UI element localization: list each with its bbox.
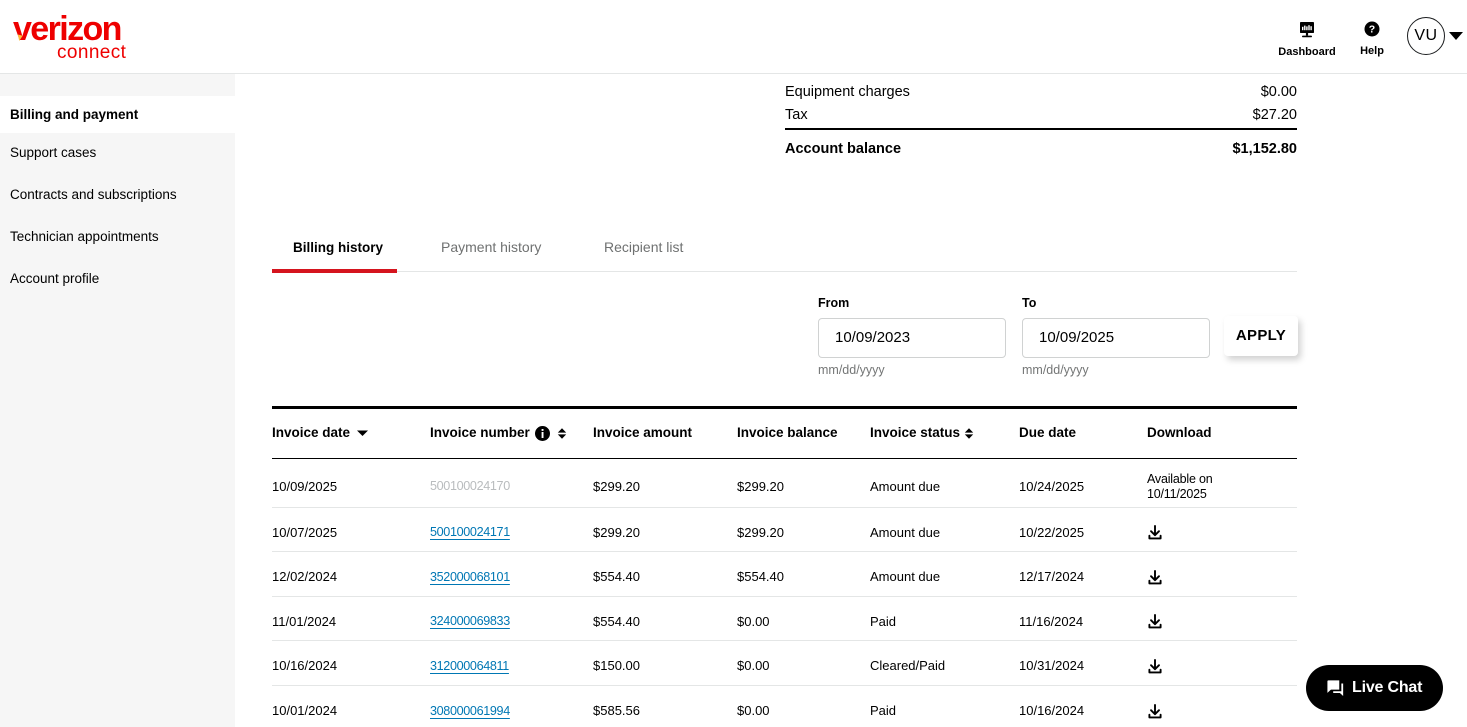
svg-text:?: ?	[1369, 24, 1375, 36]
